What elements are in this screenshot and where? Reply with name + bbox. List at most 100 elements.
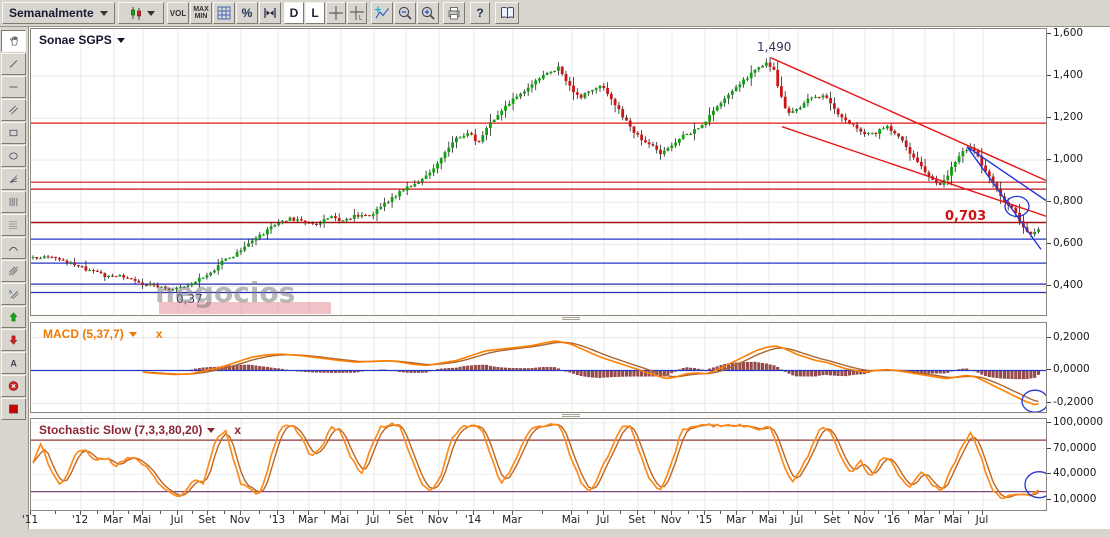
y-axis-label: 40,0000 (1053, 467, 1096, 479)
fan-lines-icon (8, 171, 19, 187)
macd-close-button[interactable]: x (156, 327, 163, 341)
tool-horizontal-line[interactable] (1, 76, 26, 98)
zoom-out-icon (397, 5, 413, 21)
zoom-out-button[interactable] (394, 2, 416, 24)
tool-ellipse[interactable] (1, 145, 26, 167)
x-axis-label: Mar (298, 514, 318, 526)
symbol-selector[interactable]: Sonae SGPS (39, 33, 125, 47)
y-axis-tick (1047, 499, 1051, 500)
y-axis-label: 10,0000 (1053, 493, 1096, 505)
volume-toggle-button[interactable]: VOL (167, 2, 189, 24)
stochastic-close-button[interactable]: x (234, 423, 241, 437)
x-axis-minor-tick (160, 511, 161, 514)
divider-grip-icon[interactable] (562, 317, 580, 321)
macd-plot[interactable] (31, 323, 1046, 412)
tool-text[interactable]: A (1, 352, 26, 374)
svg-text:A: A (10, 358, 17, 368)
x-axis-minor-tick (908, 511, 909, 514)
chevron-down-icon (129, 332, 137, 341)
x-axis-label: Jul (791, 514, 804, 526)
crosshair-button[interactable] (326, 2, 346, 24)
x-axis-minor-tick (224, 511, 225, 514)
price-marker-button[interactable] (259, 2, 281, 24)
tool-arc[interactable] (1, 237, 26, 259)
tool-fibonacci-time-zones[interactable] (1, 191, 26, 213)
x-axis-label: Mar (103, 514, 123, 526)
macd-indicator-label[interactable]: MACD (5,37,7) x (43, 327, 162, 341)
x-axis-label: Nov (230, 514, 251, 526)
rectangle-icon (8, 125, 19, 141)
tool-speed-lines[interactable] (1, 260, 26, 282)
y-axis-label: 1,600 (1053, 27, 1083, 39)
y-axis-label: 1,000 (1053, 153, 1083, 165)
y-axis-tick (1047, 422, 1051, 423)
daily-scale-button[interactable]: D (284, 2, 304, 24)
arrow-down-icon (8, 332, 19, 348)
y-axis-tick (1047, 117, 1051, 118)
chevron-down-icon (100, 11, 108, 20)
x-axis-label: Nov (661, 514, 682, 526)
x-axis-minor-tick (97, 511, 98, 514)
svg-text:0,703: 0,703 (945, 209, 986, 224)
percent-scale-button[interactable]: % (236, 2, 258, 24)
y-axis-label: 1,400 (1053, 69, 1083, 81)
x-axis-label: Jul (171, 514, 184, 526)
x-axis-label: '14 (465, 514, 481, 526)
stochastic-label-text: Stochastic Slow (7,3,3,80,20) (39, 423, 202, 437)
tool-pan-hand[interactable] (1, 30, 26, 52)
text-a-icon: A (8, 355, 19, 371)
price-plot[interactable]: 1,4900,7030,37 (31, 29, 1046, 315)
x-axis-minor-tick (192, 511, 193, 514)
help-button[interactable]: ? (470, 2, 490, 24)
y-axis-tick (1047, 33, 1051, 34)
macd-panel[interactable]: MACD (5,37,7) x (30, 322, 1047, 413)
drawing-toolbar: S A (0, 27, 29, 537)
x-axis-minor-tick (456, 511, 457, 514)
symbol-label: Sonae SGPS (39, 33, 112, 47)
stochastic-indicator-label[interactable]: Stochastic Slow (7,3,3,80,20) x (39, 423, 241, 437)
price-panel[interactable]: negocios 1,4900,7030,37 Sonae SGPS (30, 28, 1047, 316)
chart-type-dropdown[interactable] (118, 2, 164, 24)
y-axis-label: 0,400 (1053, 279, 1083, 291)
tool-delete[interactable] (1, 375, 26, 397)
tool-arrow-up[interactable] (1, 306, 26, 328)
stochastic-panel[interactable]: Stochastic Slow (7,3,3,80,20) x (30, 418, 1047, 511)
add-indicator-button[interactable] (371, 2, 393, 24)
crosshair-label-button[interactable]: L (347, 2, 367, 24)
x-axis-label: Mai (562, 514, 580, 526)
horizontal-line-icon (8, 79, 19, 95)
x-axis-minor-tick (357, 511, 358, 514)
timeframe-dropdown[interactable]: Semanalmente (2, 2, 115, 24)
book-icon (499, 5, 516, 21)
tool-fan-lines[interactable] (1, 168, 26, 190)
print-button[interactable] (443, 2, 465, 24)
max-label: MAX (193, 6, 209, 13)
log-scale-button[interactable]: L (305, 2, 325, 24)
x-axis-minor-tick (783, 511, 784, 514)
tool-s-lines[interactable]: S (1, 283, 26, 305)
grid-toggle-button[interactable] (213, 2, 235, 24)
x-axis-minor-tick (815, 511, 816, 514)
tool-parallel-lines[interactable] (1, 99, 26, 121)
tool-trend-line[interactable] (1, 53, 26, 75)
x-axis-label: Jul (597, 514, 610, 526)
manual-button[interactable] (495, 2, 519, 24)
zoom-in-button[interactable] (417, 2, 439, 24)
max-min-button[interactable]: MAX MIN (190, 2, 212, 24)
x-axis-minor-tick (688, 511, 689, 514)
x-axis-minor-tick (493, 511, 494, 514)
x-axis-label: Mar (502, 514, 522, 526)
x-axis-label: Set (628, 514, 645, 526)
x-axis-label: Mai (944, 514, 962, 526)
delete-icon (8, 378, 19, 394)
tool-color-swatch[interactable] (1, 398, 26, 420)
tool-fibonacci-retracement[interactable] (1, 214, 26, 236)
y-axis-tick (1047, 337, 1051, 338)
color-swatch-icon (8, 401, 19, 417)
tool-rectangle[interactable] (1, 122, 26, 144)
arc-icon (8, 240, 19, 256)
y-axis-tick (1047, 159, 1051, 160)
tool-arrow-down[interactable] (1, 329, 26, 351)
timeframe-label: Semanalmente (9, 6, 94, 20)
y-axis-label: 0,2000 (1053, 331, 1090, 343)
